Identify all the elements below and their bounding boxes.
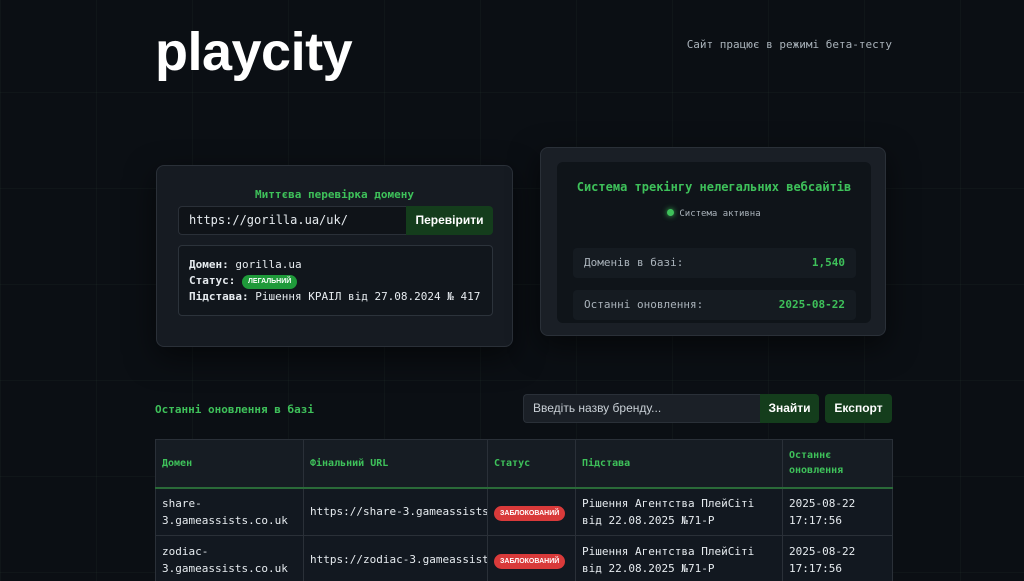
last-update-label: Останні оновлення:: [584, 298, 704, 311]
cell-status: ЗАБЛОКОВАНИЙ: [487, 535, 576, 581]
check-button[interactable]: Перевірити: [406, 206, 493, 235]
system-status-text: Система активна: [679, 209, 761, 219]
cell-last-update: 2025-08-22 17:17:56: [782, 535, 893, 581]
column-header-final-url[interactable]: Фінальний URL: [303, 439, 488, 489]
tracking-system-card: Система трекінгу нелегальних вебсайтів С…: [540, 147, 886, 336]
column-header-basis[interactable]: Підстава: [575, 439, 783, 489]
blocked-status-badge: ЗАБЛОКОВАНИЙ: [494, 553, 566, 569]
cell-status: ЗАБЛОКОВАНИЙ: [487, 487, 576, 536]
cell-last-update: 2025-08-22 17:17:56: [782, 487, 893, 536]
result-domain-value: gorilla.ua: [235, 258, 302, 271]
result-domain-label: Домен:: [189, 258, 229, 271]
result-basis-line: Підстава: Рішення КРАІЛ від 27.08.2024 №…: [189, 289, 482, 305]
blocked-status-badge: ЗАБЛОКОВАНИЙ: [494, 505, 566, 521]
domains-count-row: Доменів в базі: 1,540: [573, 248, 856, 278]
result-status-label: Статус:: [189, 274, 236, 287]
cell-basis: Рішення Агентства ПлейСіті від 22.08.202…: [575, 487, 783, 536]
status-dot-icon: [667, 209, 675, 216]
column-header-domain[interactable]: Домен: [155, 439, 304, 489]
brand-search-input[interactable]: Введіть назву бренду...: [523, 394, 760, 423]
result-basis-label: Підстава:: [189, 290, 249, 303]
domain-check-card: Миттєва перевірка домену https://gorilla…: [156, 165, 513, 347]
export-button[interactable]: Експорт: [825, 394, 892, 423]
table-header-row: Домен Фінальний URL Статус Підстава Оста…: [155, 439, 893, 489]
updates-table: Домен Фінальний URL Статус Підстава Оста…: [155, 439, 893, 581]
result-domain-line: Домен: gorilla.ua: [189, 257, 482, 273]
beta-notice: Сайт працює в режимі бета-тесту: [686, 38, 892, 51]
result-status-line: Статус: ЛЕГАЛЬНИЙ: [189, 273, 482, 289]
domains-count-value: 1,540: [811, 256, 845, 269]
system-status: Система активна: [557, 209, 871, 219]
legal-status-badge: ЛЕГАЛЬНИЙ: [241, 275, 298, 289]
domain-check-title: Миттєва перевірка домену: [255, 188, 414, 201]
cell-final-url[interactable]: https://zodiac-3.gameassists.co.uk: [303, 535, 488, 581]
cell-domain: share-3.gameassists.co.uk: [155, 487, 304, 536]
tracking-title: Система трекінгу нелегальних вебсайтів: [576, 180, 852, 194]
check-result-box: Домен: gorilla.ua Статус: ЛЕГАЛЬНИЙ Підс…: [178, 245, 493, 316]
table-row[interactable]: share-3.gameassists.co.uk https://share-…: [155, 487, 893, 536]
table-row[interactable]: zodiac-3.gameassists.co.uk https://zodia…: [155, 535, 893, 581]
cell-domain: zodiac-3.gameassists.co.uk: [155, 535, 304, 581]
cell-basis: Рішення Агентства ПлейСіті від 22.08.202…: [575, 535, 783, 581]
cell-final-url[interactable]: https://share-3.gameassists.co.uk: [303, 487, 488, 536]
last-update-row: Останні оновлення: 2025-08-22: [573, 290, 856, 320]
column-header-last-update[interactable]: Останнє оновлення: [782, 439, 893, 489]
last-update-value: 2025-08-22: [778, 298, 845, 311]
domains-count-label: Доменів в базі:: [584, 256, 684, 269]
domain-url-input[interactable]: https://gorilla.ua/uk/: [178, 206, 406, 235]
page-header: playcity Сайт працює в режимі бета-тесту: [155, 22, 892, 82]
recent-updates-title: Останні оновлення в базі: [155, 403, 314, 416]
column-header-status[interactable]: Статус: [487, 439, 576, 489]
tracking-system-panel: Система трекінгу нелегальних вебсайтів С…: [557, 162, 871, 323]
site-logo[interactable]: playcity: [155, 22, 353, 82]
find-button[interactable]: Знайти: [760, 394, 819, 423]
result-basis-value: Рішення КРАІЛ від 27.08.2024 № 417: [255, 290, 481, 303]
